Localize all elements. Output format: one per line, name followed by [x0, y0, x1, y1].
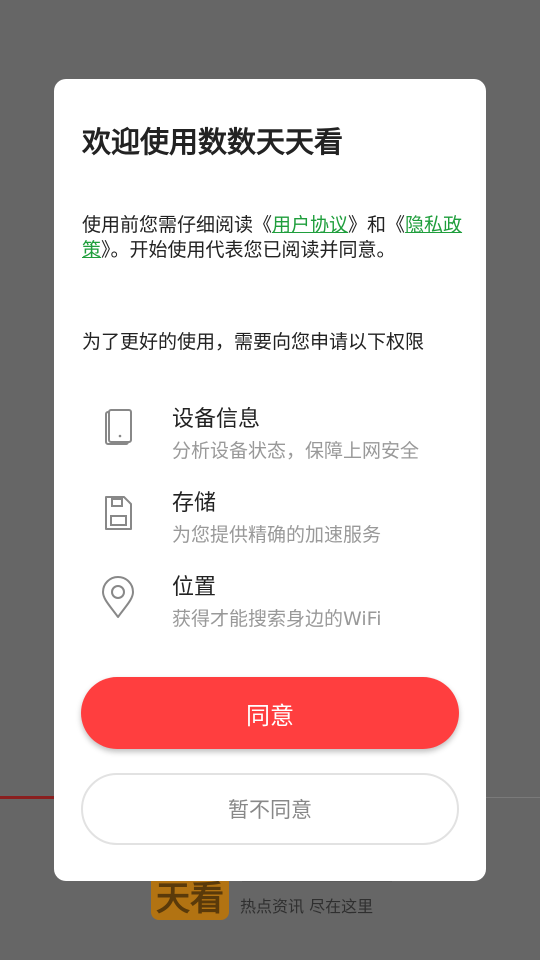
permission-desc: 为您提供精确的加速服务	[172, 524, 382, 546]
permission-desc: 获得才能搜索身边的WiFi	[172, 608, 382, 630]
agreement-prefix: 使用前您需仔细阅读《	[82, 214, 273, 236]
permission-title: 位置	[172, 575, 217, 600]
permission-title: 存储	[172, 491, 217, 516]
permission-desc: 分析设备状态，保障上网安全	[172, 440, 420, 462]
agree-button[interactable]: 同意	[81, 677, 459, 749]
permission-intro: 为了更好的使用，需要向您申请以下权限	[82, 331, 425, 353]
agreement-text: 使用前您需仔细阅读《用户协议》和《隐私政策》。开始使用代表您已阅读并同意。	[82, 213, 464, 263]
storage-icon	[98, 491, 138, 535]
privacy-dialog: 欢迎使用数数天天看 使用前您需仔细阅读《用户协议》和《隐私政策》。开始使用代表您…	[54, 79, 486, 881]
agreement-suffix: 》。开始使用代表您已阅读并同意。	[101, 239, 396, 261]
permission-item-storage: 存储 为您提供精确的加速服务	[98, 485, 458, 555]
permission-item-location: 位置 获得才能搜索身边的WiFi	[98, 569, 458, 639]
permission-title: 设备信息	[172, 407, 261, 432]
device-icon	[98, 407, 138, 451]
permission-item-device: 设备信息 分析设备状态，保障上网安全	[98, 401, 458, 471]
user-agreement-link[interactable]: 用户协议	[272, 214, 348, 236]
dialog-title: 欢迎使用数数天天看	[82, 125, 344, 159]
location-icon	[98, 575, 138, 619]
background-slogan: 热点资讯 尽在这里	[240, 897, 374, 916]
disagree-button[interactable]: 暂不同意	[81, 773, 459, 845]
agreement-middle: 》和《	[348, 214, 406, 236]
